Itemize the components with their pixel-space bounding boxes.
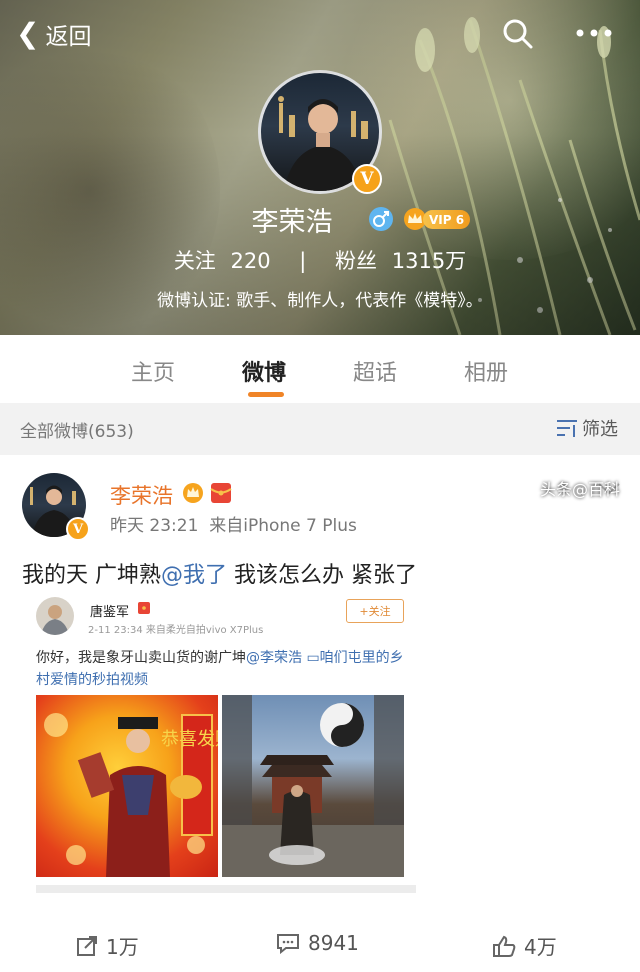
search-icon[interactable]: [500, 16, 536, 52]
thumbs-up-icon: [493, 935, 516, 957]
source-watermark: 头条@百科: [540, 480, 621, 499]
tab-home[interactable]: 主页: [131, 355, 175, 387]
post-source: 来自iPhone 7 Plus: [209, 516, 357, 536]
chevron-left-icon: ❮: [16, 17, 40, 50]
following-link[interactable]: 关注 220: [170, 249, 275, 273]
post-verified-v-icon: V: [66, 517, 90, 541]
post-meta: 昨天 23:21 来自iPhone 7 Plus: [110, 511, 357, 536]
repost-image-god-of-wealth[interactable]: 恭喜发财: [36, 695, 218, 877]
profile-tabs: 主页 微博 超话 相册: [0, 335, 640, 403]
profile-stats: 关注 220 | 粉丝 1315万: [0, 245, 640, 275]
banner-text: 恭喜发财: [161, 729, 218, 750]
weibo-post: V 李荣浩 昨天 23:21 来自iPhone 7 Plus 我的天 广坤熟@我…: [0, 455, 640, 972]
filter-icon: [557, 420, 577, 437]
repost-progress-strip: [36, 885, 416, 893]
post-time: 昨天 23:21: [110, 516, 199, 536]
comment-icon: [277, 934, 299, 954]
repost-image-temple[interactable]: [222, 695, 404, 877]
followers-link[interactable]: 粉丝 1315万: [331, 249, 470, 273]
profile-name: 李荣浩: [251, 207, 333, 238]
weibo-count: 全部微博(653): [20, 422, 134, 442]
tab-topics[interactable]: 超话: [353, 355, 397, 387]
filter-button[interactable]: 筛选: [556, 415, 618, 441]
repost-text: 你好，我是象牙山卖山货的谢广坤@李荣浩 ▭咱们屯里的乡村爱情的秒拍视频: [36, 650, 404, 688]
tab-album[interactable]: 相册: [464, 355, 508, 387]
post-actions: 1万 8941 4万: [0, 917, 640, 972]
crown-icon: [183, 483, 203, 503]
like-count: 4万: [524, 935, 557, 959]
repost-count: 1万: [106, 935, 139, 959]
share-icon: [77, 935, 97, 956]
comment-action[interactable]: 8941: [276, 931, 359, 955]
repost-avatar[interactable]: [36, 597, 74, 635]
post-author-name[interactable]: 李荣浩: [110, 480, 173, 510]
temple-illustration: [222, 695, 404, 877]
active-tab-indicator: [248, 392, 284, 397]
repost-card[interactable]: 唐鉴军 2-11 23:34 来自柔光自拍vivo X7Plus +关注 你好，…: [28, 591, 420, 926]
post-mention[interactable]: @我了: [161, 563, 227, 588]
repost-follow-button[interactable]: +关注: [346, 599, 404, 623]
stats-separator: |: [299, 249, 307, 273]
post-text: 我的天 广坤熟@我了 我该怎么办 紧张了: [22, 563, 418, 588]
red-envelope-icon: [138, 602, 150, 614]
back-button[interactable]: ❮ 返回: [16, 16, 91, 52]
comment-count: 8941: [308, 931, 359, 955]
repost-mention[interactable]: @李荣浩: [246, 650, 302, 666]
verified-v-icon: V: [352, 164, 382, 194]
repost-author-name[interactable]: 唐鉴军: [90, 601, 129, 620]
god-of-wealth-illustration: 恭喜发财: [44, 713, 218, 877]
like-action[interactable]: 4万: [492, 931, 557, 960]
more-icon[interactable]: [572, 18, 616, 48]
repost-avatar-image: [41, 605, 69, 635]
repost-meta: 2-11 23:34 来自柔光自拍vivo X7Plus: [88, 625, 264, 636]
back-label: 返回: [45, 24, 92, 50]
repost-action[interactable]: 1万: [76, 931, 139, 960]
male-icon: [369, 207, 393, 231]
filter-bar: 全部微博(653) 筛选: [0, 403, 640, 455]
filter-label: 筛选: [582, 419, 618, 440]
tab-weibo[interactable]: 微博: [242, 355, 286, 387]
vip-badge[interactable]: VIP 6: [423, 210, 471, 229]
red-envelope-icon: [210, 483, 232, 503]
verified-description: 微博认证: 歌手、制作人，代表作《模特》。: [157, 291, 483, 311]
